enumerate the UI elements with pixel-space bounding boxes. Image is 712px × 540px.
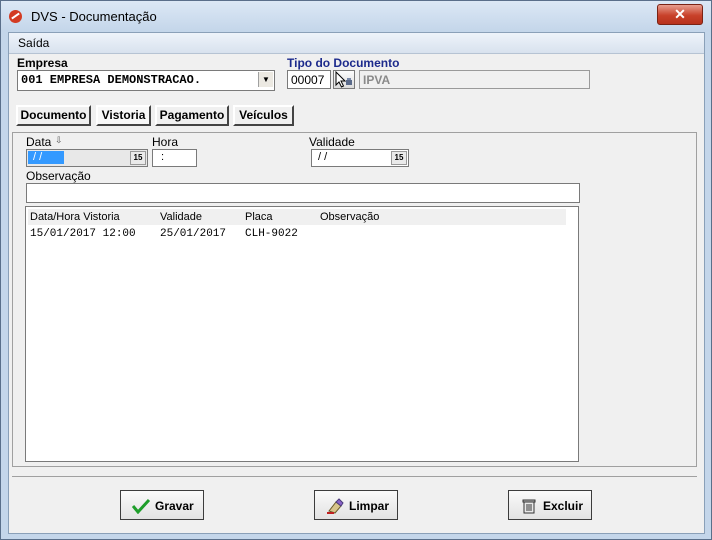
empresa-label: Empresa [17, 56, 68, 70]
cell-validade: 25/01/2017 [160, 228, 227, 240]
tab-vistoria[interactable]: Vistoria [96, 105, 151, 126]
tab-veiculos[interactable]: Veículos [233, 105, 294, 126]
tipo-documento-code: 00007 [291, 73, 325, 87]
data-label: Data [26, 135, 52, 149]
grid-header-observacao[interactable]: Observação [320, 211, 379, 223]
close-icon[interactable]: ✕ [657, 4, 703, 25]
observacao-label: Observação [26, 169, 91, 183]
grid-header: Data/Hora Vistoria Validade Placa Observ… [28, 209, 566, 225]
tipo-documento-desc-text: IPVA [363, 73, 391, 87]
gravar-label: Gravar [155, 499, 194, 513]
app-logo-icon [9, 10, 22, 23]
calendar-icon[interactable]: 15 [130, 151, 146, 165]
calendar-icon[interactable]: 15 [391, 151, 407, 165]
check-icon [132, 498, 150, 514]
hora-input[interactable]: : [152, 149, 197, 167]
hora-label: Hora [152, 135, 179, 149]
window-title: DVS - Documentação [31, 9, 157, 24]
data-input[interactable]: / / 15 [26, 149, 148, 167]
trash-icon [522, 499, 536, 514]
tab-documento[interactable]: Documento [16, 105, 91, 126]
client-area: Saída Empresa 001 EMPRESA DEMONSTRACAO. … [8, 32, 705, 534]
validade-value: / / [318, 151, 328, 163]
dropdown-arrow-icon[interactable]: ▼ [258, 72, 273, 87]
validade-input[interactable]: / / 15 [311, 149, 409, 167]
main-window: DVS - Documentação ✕ Saída Empresa 001 E… [0, 0, 712, 540]
sort-icon: ⇩ [55, 135, 63, 145]
tipo-documento-code-input[interactable]: 00007 [287, 70, 331, 89]
grid-header-data-hora[interactable]: Data/Hora Vistoria [30, 211, 120, 223]
tipo-documento-label: Tipo do Documento [287, 56, 400, 70]
title-bar: DVS - Documentação ✕ [1, 1, 711, 31]
observacao-input[interactable] [26, 183, 580, 203]
limpar-button[interactable]: Limpar [314, 490, 398, 520]
validade-label: Validade [309, 135, 355, 149]
gravar-button[interactable]: Gravar [120, 490, 204, 520]
eraser-icon [327, 498, 344, 514]
empresa-value: 001 EMPRESA DEMONSTRACAO. [21, 73, 202, 87]
excluir-button[interactable]: Excluir [508, 490, 592, 520]
data-value: / / [33, 151, 43, 163]
empresa-select[interactable]: 001 EMPRESA DEMONSTRACAO. ▼ [17, 70, 275, 91]
grid-header-validade[interactable]: Validade [160, 211, 202, 223]
menu-bar: Saída [9, 33, 704, 54]
tipo-documento-description: IPVA [359, 70, 590, 89]
limpar-label: Limpar [349, 499, 390, 513]
tab-pagamento[interactable]: Pagamento [155, 105, 229, 126]
excluir-label: Excluir [543, 499, 584, 513]
footer-divider [12, 476, 697, 477]
menu-item-saida[interactable]: Saída [18, 36, 49, 50]
cell-placa: CLH-9022 [245, 228, 298, 240]
lookup-cursor-icon [335, 70, 352, 88]
hora-value: : [161, 151, 165, 163]
vistoria-grid[interactable]: Data/Hora Vistoria Validade Placa Observ… [25, 206, 579, 462]
lookup-button[interactable] [333, 70, 355, 89]
cell-data-hora: 15/01/2017 12:00 [30, 228, 136, 240]
grid-header-placa[interactable]: Placa [245, 211, 273, 223]
